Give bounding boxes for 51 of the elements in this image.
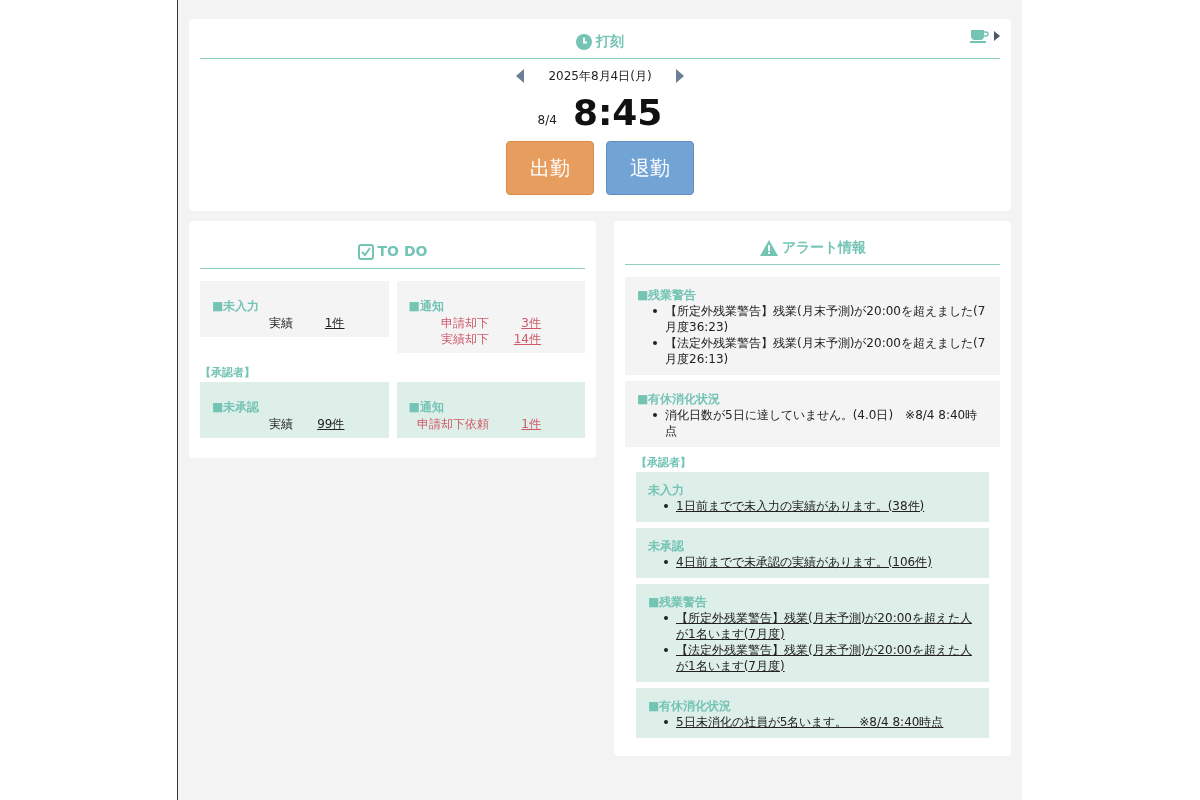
bullet-icon — [664, 647, 668, 652]
alert-heading: ■残業警告 — [637, 287, 698, 303]
alert-link[interactable]: 5日未消化の社員が5名います。 ※8/4 8:40時点 — [676, 713, 944, 730]
bullet-icon — [664, 615, 668, 620]
alert-text: 【法定外残業警告】残業(月末予測)が20:00を超えました(7月度26:13) — [665, 335, 987, 367]
section-title: TO DO — [377, 242, 428, 261]
warning-icon — [759, 239, 778, 256]
alert-heading: ■有休消化状況 — [637, 391, 722, 407]
previous-day-button[interactable] — [516, 69, 525, 83]
alert-heading: ■有休消化状況 — [648, 697, 733, 714]
count-link[interactable]: 1件 — [304, 315, 345, 331]
bullet-icon — [664, 719, 668, 724]
checkbox-icon — [357, 243, 374, 260]
alert-link[interactable]: 【所定外残業警告】残業(月末予測)が20:00を超えた人が1名います(7月度) — [676, 609, 977, 642]
bullet-icon — [653, 309, 657, 313]
clock-icon — [576, 33, 592, 50]
todo-heading: ■未入力 — [212, 298, 261, 315]
alert-link[interactable]: 4日前までで未承認の実績があります。(106件) — [676, 553, 932, 570]
count-link[interactable]: 3件 — [501, 315, 541, 331]
group-heading: 【承認者】 — [200, 365, 256, 381]
cup-icon — [970, 29, 990, 43]
todo-heading: ■未承認 — [212, 398, 261, 416]
bullet-icon — [664, 559, 668, 564]
current-time: 8:45 — [572, 93, 663, 133]
date-label: 2025年8月4日(月) — [548, 68, 652, 85]
alert-heading: 未入力 — [648, 481, 685, 498]
todo-label: 申請却下依頼 — [417, 415, 489, 432]
bullet-icon — [653, 341, 657, 345]
alert-text: 消化日数が5日に達していません。(4.0日) ※8/4 8:40時点 — [665, 407, 979, 439]
todo-label: 実績却下 — [441, 331, 489, 347]
bullet-icon — [664, 503, 668, 508]
alert-link[interactable]: 【法定外残業警告】残業(月末予測)が20:00を超えた人が1名います(7月度) — [676, 641, 977, 674]
todo-label: 実績 — [268, 415, 293, 432]
todo-heading: ■通知 — [408, 298, 445, 315]
count-link[interactable]: 99件 — [304, 415, 345, 432]
section-title: 打刻 — [596, 32, 624, 51]
alert-heading: 未承認 — [648, 537, 685, 554]
break-menu-button[interactable] — [970, 29, 1000, 43]
alert-text: 【所定外残業警告】残業(月末予測)が20:00を超えました(7月度36:23) — [665, 303, 987, 335]
todo-heading: ■通知 — [408, 398, 445, 416]
alert-link[interactable]: 1日前までで未入力の実績があります。(38件) — [676, 497, 925, 514]
next-day-button[interactable] — [675, 69, 684, 83]
todo-label: 実績 — [268, 315, 293, 331]
alert-heading: ■残業警告 — [648, 593, 709, 610]
section-title: アラート情報 — [781, 238, 866, 257]
bullet-icon — [653, 413, 657, 417]
group-heading: 【承認者】 — [636, 455, 692, 471]
todo-label: 申請却下 — [441, 315, 489, 331]
time-date: 8/4 — [537, 112, 557, 129]
caret-icon — [994, 31, 1000, 41]
count-link[interactable]: 14件 — [501, 331, 541, 347]
